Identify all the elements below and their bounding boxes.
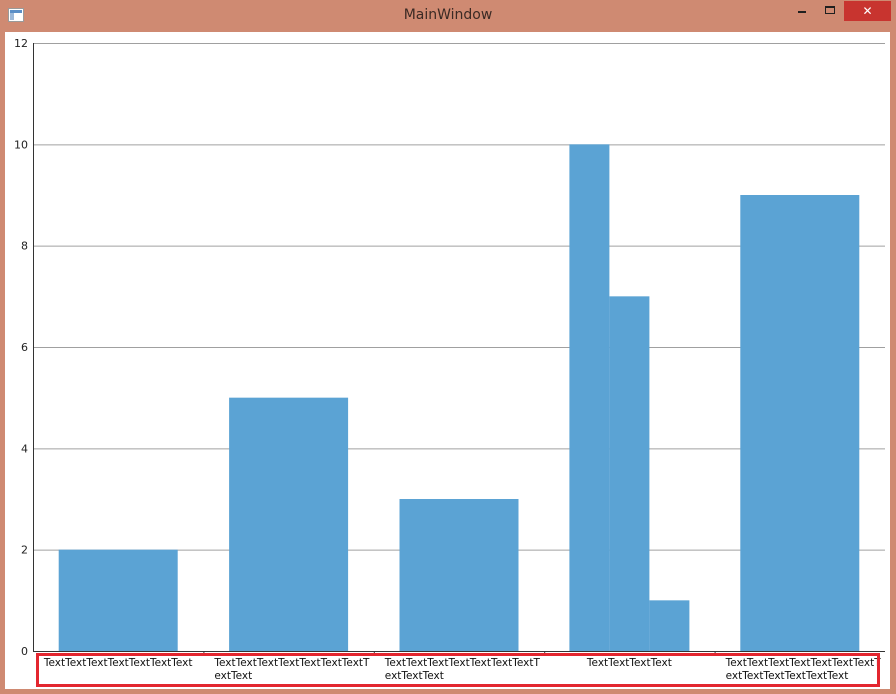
- bar: [569, 144, 610, 651]
- y-tick-label: 12: [14, 37, 28, 50]
- close-icon: ✕: [862, 4, 873, 18]
- bar: [229, 397, 349, 651]
- maximize-button[interactable]: [816, 1, 844, 21]
- bar: [740, 195, 860, 651]
- chart-area: 0 2 4 6 8 10 12 TextTextTextTextTextTextText Tex…: [5, 32, 890, 689]
- bar: [609, 296, 650, 651]
- minimize-button[interactable]: [786, 1, 816, 21]
- bar: [649, 600, 690, 651]
- y-tick-label: 0: [21, 645, 28, 658]
- window-title: MainWindow: [403, 7, 493, 23]
- y-tick-label: 2: [21, 544, 28, 557]
- y-tick-label: 6: [21, 341, 28, 354]
- y-tick-label: 10: [14, 138, 28, 151]
- bar-chart: 024681012TextTextTextTextTextTextText Tex…: [14, 37, 885, 682]
- y-tick-label: 8: [21, 240, 28, 253]
- bar: [399, 499, 519, 651]
- category-labels-highlight: [36, 653, 880, 687]
- bar: [58, 549, 178, 651]
- title-bar[interactable]: MainWindow ✕: [0, 0, 896, 32]
- y-tick-label: 4: [21, 442, 28, 455]
- close-button[interactable]: ✕: [844, 1, 891, 21]
